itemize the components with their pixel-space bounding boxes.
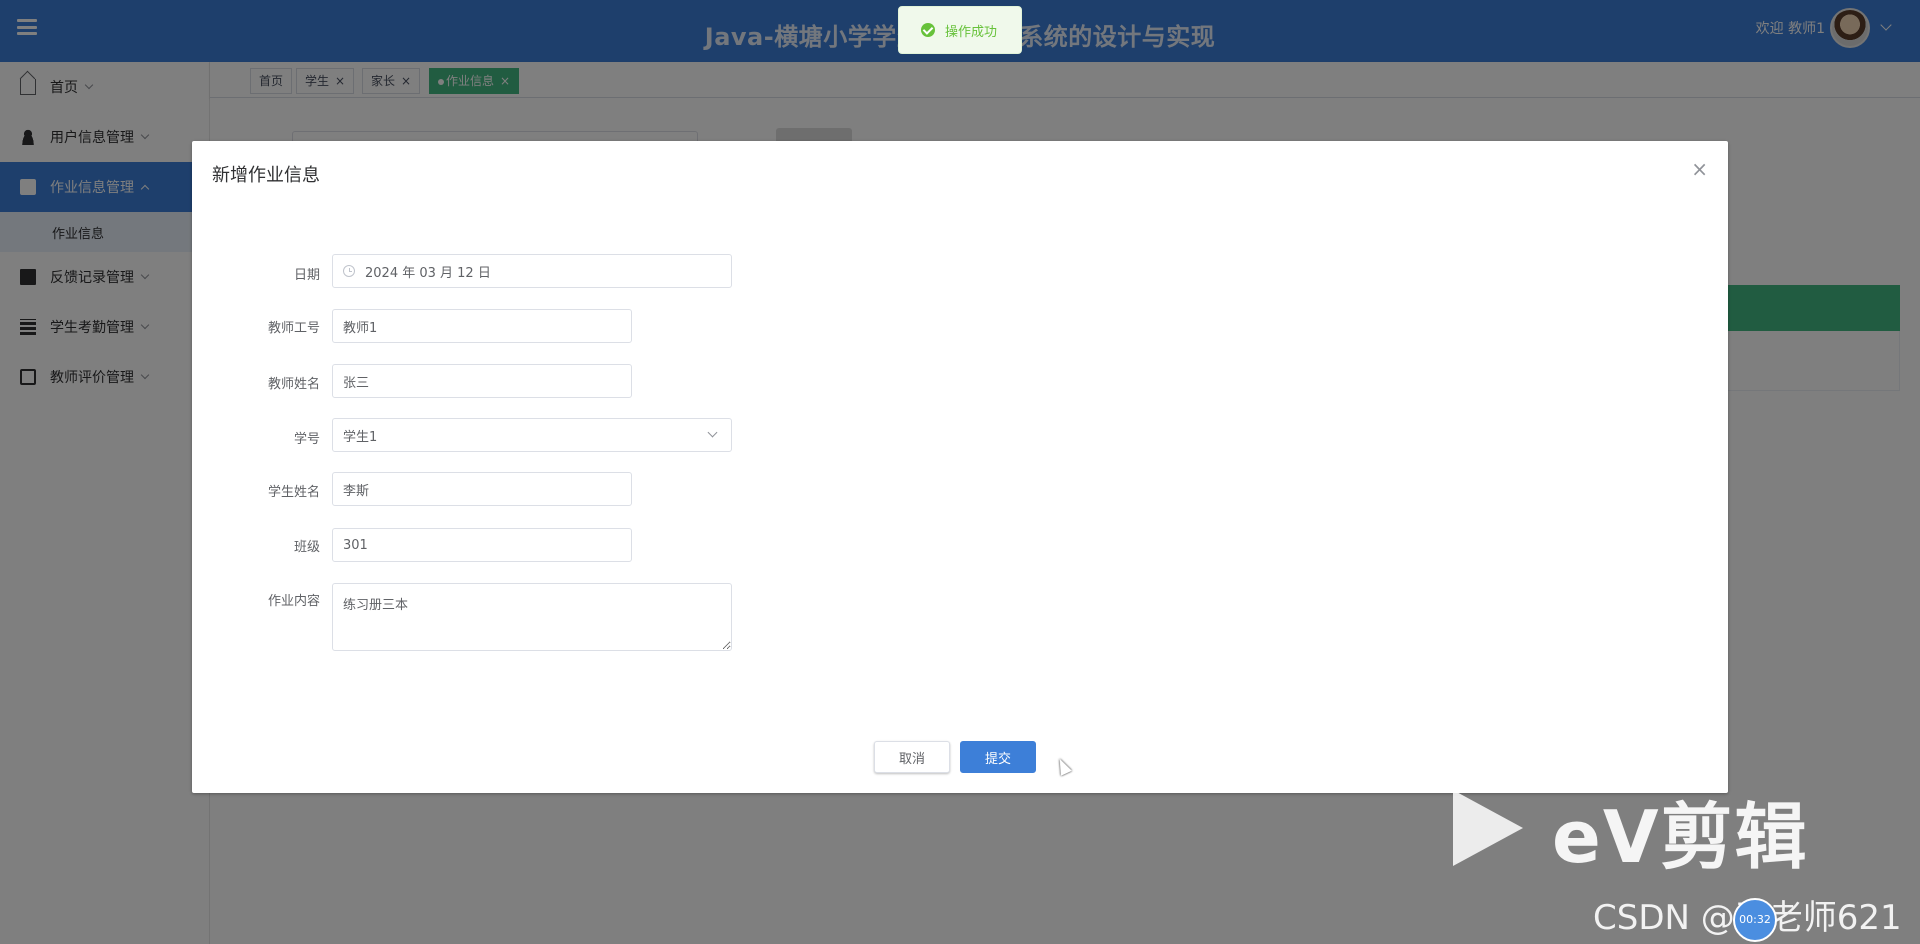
date-label: 日期 bbox=[293, 268, 320, 283]
add-homework-dialog: 新增作业信息 × 日期 教师工号 教师姓名 学号 学生姓名 班级 作业内容 练习… bbox=[192, 141, 1728, 793]
form-row-date: 日期 bbox=[192, 254, 992, 294]
teacher-name-input[interactable] bbox=[332, 364, 632, 398]
student-name-label: 学生姓名 bbox=[267, 485, 320, 500]
form-row-teacher-name: 教师姓名 bbox=[192, 363, 992, 403]
success-toast: 操作成功 bbox=[898, 6, 1022, 54]
dialog-title: 新增作业信息 bbox=[212, 165, 320, 186]
submit-button[interactable]: 提交 bbox=[960, 741, 1036, 773]
form-row-content: 作业内容 练习册三本 bbox=[192, 582, 992, 652]
teacher-no-input[interactable] bbox=[332, 309, 632, 343]
recording-timer-badge: 00:32 bbox=[1733, 898, 1777, 942]
student-no-select[interactable] bbox=[332, 418, 732, 452]
teacher-no-label: 教师工号 bbox=[267, 321, 320, 336]
form-row-student-name: 学生姓名 bbox=[192, 471, 992, 511]
toast-message: 操作成功 bbox=[945, 24, 998, 40]
check-circle-icon bbox=[921, 23, 935, 37]
ev-play-logo-icon bbox=[1453, 790, 1523, 866]
student-no-label: 学号 bbox=[293, 432, 320, 447]
form-row-teacher-no: 教师工号 bbox=[192, 307, 992, 347]
close-icon[interactable]: × bbox=[1691, 159, 1708, 179]
student-name-input[interactable] bbox=[332, 472, 632, 506]
form-row-student-no: 学号 bbox=[192, 418, 992, 458]
clock-icon bbox=[343, 265, 355, 277]
teacher-name-label: 教师姓名 bbox=[267, 377, 320, 392]
date-picker-input[interactable] bbox=[332, 254, 732, 288]
ev-editor-watermark: eV剪辑 bbox=[1552, 795, 1809, 879]
class-label: 班级 bbox=[293, 540, 320, 555]
homework-content-textarea[interactable]: 练习册三本 bbox=[332, 583, 732, 651]
cancel-button[interactable]: 取消 bbox=[874, 741, 950, 773]
form-row-class: 班级 bbox=[192, 526, 992, 566]
class-input[interactable] bbox=[332, 528, 632, 562]
content-label: 作业内容 bbox=[267, 594, 320, 609]
